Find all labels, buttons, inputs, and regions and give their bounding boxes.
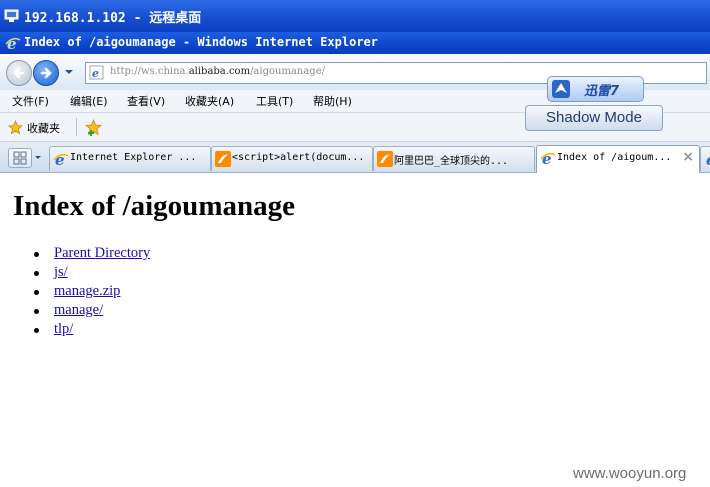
favorites-label[interactable]: 收藏夹 [27,120,60,136]
menu-edit[interactable]: 编辑(E) [70,93,108,109]
alibaba-icon [377,151,393,167]
add-favorite-icon[interactable] [85,119,102,136]
svg-text:e: e [92,67,99,80]
quick-tabs-button[interactable] [8,148,32,168]
close-tab-icon[interactable]: × [682,149,694,165]
menu-view[interactable]: 查看(V) [127,93,165,109]
link-manage[interactable]: manage/ [54,302,103,319]
svg-text:e: e [55,151,65,167]
address-url: http://ws.china.alibaba.com/aigoumanage/ [110,66,325,77]
link-manage-zip[interactable]: manage.zip [54,283,120,300]
ie-icon: e [53,151,69,167]
ie-title-bar: e Index of /aigoumanage - Windows Intern… [0,32,710,54]
toolbar-divider [76,118,77,136]
tab-label: <script>alert(docum... [232,152,365,163]
tab-bar: e Internet Explorer ... <script>alert(do… [0,142,710,173]
bullet-icon [34,328,39,333]
bullet-icon [34,271,39,276]
remote-desktop-icon [4,9,19,22]
tab-label: Index of /aigoum... [557,152,672,163]
menu-tools[interactable]: 工具(T) [256,93,293,109]
rdp-window-title: 192.168.1.102 - 远程桌面 [24,11,202,26]
ie-page-icon: e [89,65,104,80]
svg-text:e: e [542,150,552,166]
forward-button[interactable] [33,60,59,86]
watermark: www.wooyun.org [573,465,687,482]
url-domain: alibaba.com [188,66,251,77]
link-tlp[interactable]: tlp/ [54,321,73,338]
tab-label: Internet Explorer ... [70,152,197,163]
bullet-icon [34,290,39,295]
grid-icon [13,151,27,165]
ie-window-title: Index of /aigoumanage - Windows Internet… [24,35,379,49]
bullet-icon [34,309,39,314]
link-js[interactable]: js/ [54,264,68,281]
rdp-title-bar: 192.168.1.102 - 远程桌面 [0,0,710,32]
ie-icon: e [706,151,710,167]
arrow-right-icon [40,67,52,79]
ie-icon: e [5,35,21,51]
alibaba-icon [215,151,231,167]
tab-alibaba[interactable]: 阿里巴巴_全球顶尖的... [373,146,535,171]
link-parent-directory[interactable]: Parent Directory [54,245,150,262]
page-title: Index of /aigoumanage [13,190,295,222]
back-button[interactable] [6,60,32,86]
tab-label: 阿里巴巴_全球顶尖的... [394,156,509,167]
bullet-icon [34,252,39,257]
svg-text:e: e [706,151,710,167]
history-dropdown-icon[interactable] [63,67,75,77]
menu-favorites[interactable]: 收藏夹(A) [185,93,234,109]
menu-help[interactable]: 帮助(H) [313,93,352,109]
tab-script-alert[interactable]: <script>alert(docum... [211,146,373,171]
url-prefix: http://ws.china. [110,66,189,77]
page-content: Index of /aigoumanage Parent Directory j… [0,173,710,487]
tab-internet-explorer[interactable]: e Internet Explorer ... [49,146,211,171]
tab-list-dropdown-icon[interactable] [32,148,44,166]
svg-text:e: e [7,35,17,51]
star-icon[interactable] [8,120,23,135]
xunlei-widget[interactable]: 迅雷7 [547,76,644,102]
xunlei-bird-icon [552,80,570,98]
shadow-mode-button[interactable]: Shadow Mode [525,105,663,131]
arrow-left-icon [13,67,25,79]
tab-new[interactable]: e [700,146,710,171]
tab-index-aigoumanage[interactable]: e Index of /aigoum... × [536,145,700,173]
shadow-mode-label: Shadow Mode [546,109,642,126]
ie-icon: e [540,150,556,166]
menu-file[interactable]: 文件(F) [12,93,49,109]
url-path: /aigoumanage/ [250,66,325,77]
xunlei-label: 迅雷7 [584,84,620,99]
